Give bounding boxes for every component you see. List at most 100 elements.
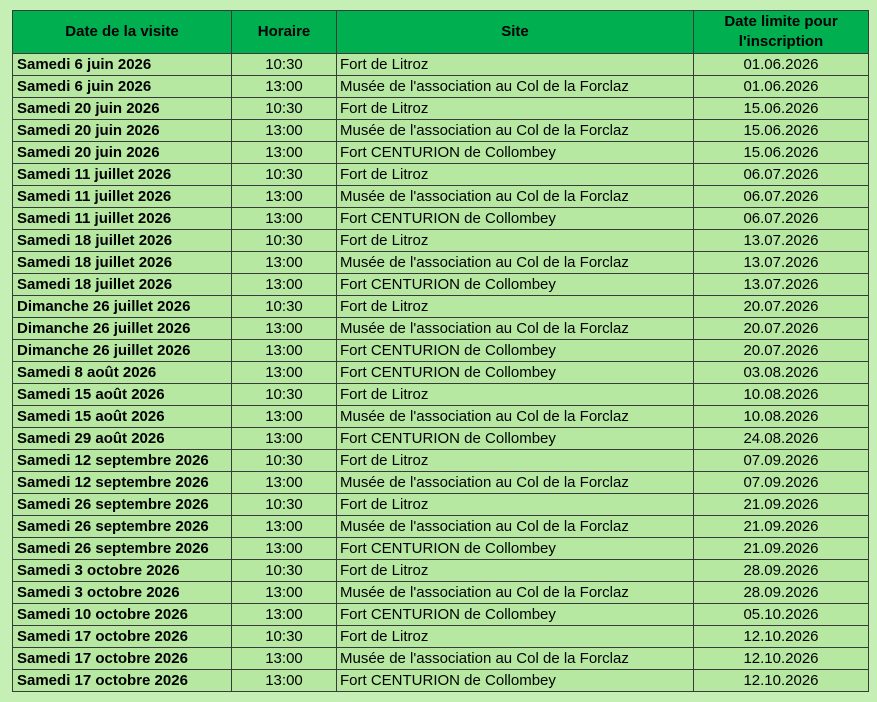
cell-visit-date: Samedi 6 juin 2026	[12, 75, 232, 98]
cell-time: 13:00	[231, 75, 337, 98]
cell-deadline: 20.07.2026	[693, 317, 869, 340]
visit-schedule-table: Date de la visite Horaire Site Date limi…	[12, 10, 869, 692]
cell-time: 10:30	[231, 163, 337, 186]
table-row: Samedi 6 juin 2026 13:00 Musée de l'associ…	[12, 75, 869, 98]
cell-deadline: 20.07.2026	[693, 339, 869, 362]
cell-deadline: 13.07.2026	[693, 229, 869, 252]
cell-time: 10:30	[231, 53, 337, 76]
header-site: Site	[336, 10, 694, 54]
table-row: Samedi 15 août 2026 10:30 Fort de Litroz 10…	[12, 383, 869, 406]
cell-deadline: 28.09.2026	[693, 559, 869, 582]
table-body: Samedi 6 juin 2026 10:30 Fort de Litroz 01.…	[12, 53, 869, 692]
cell-visit-date: Samedi 12 septembre 2026	[12, 449, 232, 472]
table-row: Samedi 20 juin 2026 10:30 Fort de Litroz 15…	[12, 97, 869, 120]
cell-visit-date: Samedi 26 septembre 2026	[12, 537, 232, 560]
cell-site: Fort de Litroz	[336, 493, 694, 516]
cell-time: 13:00	[231, 207, 337, 230]
table-row: Dimanche 26 juillet 2026 10:30 Fort de Lit…	[12, 295, 869, 318]
cell-site: Musée de l'association au Col de la Forc…	[336, 185, 694, 208]
cell-time: 10:30	[231, 559, 337, 582]
cell-site: Fort de Litroz	[336, 383, 694, 406]
cell-site: Fort CENTURION de Collombey	[336, 537, 694, 560]
cell-visit-date: Samedi 29 août 2026	[12, 427, 232, 450]
cell-deadline: 15.06.2026	[693, 97, 869, 120]
table-row: Samedi 11 juillet 2026 13:00 Fort CENTURIO…	[12, 207, 869, 230]
cell-visit-date: Samedi 18 juillet 2026	[12, 273, 232, 296]
cell-deadline: 10.08.2026	[693, 405, 869, 428]
cell-deadline: 12.10.2026	[693, 625, 869, 648]
cell-visit-date: Samedi 18 juillet 2026	[12, 229, 232, 252]
table-row: Samedi 3 octobre 2026 10:30 Fort de Litroz…	[12, 559, 869, 582]
header-registration-deadline: Date limite pour l'inscription	[693, 10, 869, 54]
table-row: Samedi 11 juillet 2026 13:00 Musée de l'as…	[12, 185, 869, 208]
cell-site: Musée de l'association au Col de la Forc…	[336, 405, 694, 428]
table-row: Samedi 18 juillet 2026 10:30 Fort de Litro…	[12, 229, 869, 252]
cell-visit-date: Dimanche 26 juillet 2026	[12, 295, 232, 318]
table-row: Samedi 17 octobre 2026 13:00 Fort CENTURIO…	[12, 669, 869, 692]
cell-visit-date: Samedi 18 juillet 2026	[12, 251, 232, 274]
cell-visit-date: Samedi 26 septembre 2026	[12, 515, 232, 538]
cell-visit-date: Samedi 20 juin 2026	[12, 141, 232, 164]
cell-deadline: 13.07.2026	[693, 251, 869, 274]
cell-time: 13:00	[231, 603, 337, 626]
table-header: Date de la visite Horaire Site Date limi…	[12, 10, 869, 54]
cell-deadline: 01.06.2026	[693, 75, 869, 98]
cell-site: Fort CENTURION de Collombey	[336, 361, 694, 384]
cell-time: 10:30	[231, 97, 337, 120]
header-time: Horaire	[231, 10, 337, 54]
cell-site: Fort de Litroz	[336, 97, 694, 120]
cell-site: Fort CENTURION de Collombey	[336, 603, 694, 626]
table-row: Samedi 12 septembre 2026 10:30 Fort de Lit…	[12, 449, 869, 472]
table-row: Samedi 26 septembre 2026 13:00 Fort CENTUR…	[12, 537, 869, 560]
cell-time: 13:00	[231, 273, 337, 296]
cell-time: 10:30	[231, 229, 337, 252]
cell-deadline: 07.09.2026	[693, 449, 869, 472]
cell-visit-date: Samedi 20 juin 2026	[12, 119, 232, 142]
cell-visit-date: Dimanche 26 juillet 2026	[12, 317, 232, 340]
cell-site: Fort CENTURION de Collombey	[336, 141, 694, 164]
cell-site: Fort de Litroz	[336, 559, 694, 582]
cell-deadline: 10.08.2026	[693, 383, 869, 406]
table-row: Samedi 17 octobre 2026 13:00 Musée de l'as…	[12, 647, 869, 670]
table-row: Samedi 26 septembre 2026 13:00 Musée de l'…	[12, 515, 869, 538]
cell-time: 10:30	[231, 625, 337, 648]
cell-site: Musée de l'association au Col de la Forc…	[336, 251, 694, 274]
cell-time: 13:00	[231, 185, 337, 208]
table-row: Samedi 17 octobre 2026 10:30 Fort de Litro…	[12, 625, 869, 648]
table-row: Samedi 26 septembre 2026 10:30 Fort de Lit…	[12, 493, 869, 516]
cell-site: Fort de Litroz	[336, 625, 694, 648]
cell-site: Fort CENTURION de Collombey	[336, 207, 694, 230]
table-row: Samedi 3 octobre 2026 13:00 Musée de l'ass…	[12, 581, 869, 604]
cell-time: 13:00	[231, 669, 337, 692]
cell-visit-date: Samedi 3 octobre 2026	[12, 581, 232, 604]
cell-site: Musée de l'association au Col de la Forc…	[336, 647, 694, 670]
cell-time: 13:00	[231, 405, 337, 428]
cell-visit-date: Samedi 11 juillet 2026	[12, 185, 232, 208]
cell-deadline: 24.08.2026	[693, 427, 869, 450]
table-row: Samedi 18 juillet 2026 13:00 Musée de l'as…	[12, 251, 869, 274]
cell-time: 10:30	[231, 295, 337, 318]
cell-deadline: 01.06.2026	[693, 53, 869, 76]
cell-time: 13:00	[231, 119, 337, 142]
cell-site: Fort CENTURION de Collombey	[336, 339, 694, 362]
cell-deadline: 15.06.2026	[693, 119, 869, 142]
cell-deadline: 12.10.2026	[693, 647, 869, 670]
cell-visit-date: Samedi 17 octobre 2026	[12, 669, 232, 692]
table-row: Dimanche 26 juillet 2026 13:00 Musée de l'…	[12, 317, 869, 340]
cell-visit-date: Samedi 11 juillet 2026	[12, 207, 232, 230]
cell-site: Fort de Litroz	[336, 229, 694, 252]
cell-site: Musée de l'association au Col de la Forc…	[336, 75, 694, 98]
header-row: Date de la visite Horaire Site Date limi…	[12, 10, 869, 54]
cell-site: Fort de Litroz	[336, 295, 694, 318]
cell-deadline: 03.08.2026	[693, 361, 869, 384]
table-row: Samedi 11 juillet 2026 10:30 Fort de Litro…	[12, 163, 869, 186]
cell-time: 13:00	[231, 251, 337, 274]
table-row: Samedi 10 octobre 2026 13:00 Fort CENTURIO…	[12, 603, 869, 626]
cell-deadline: 05.10.2026	[693, 603, 869, 626]
cell-site: Fort de Litroz	[336, 163, 694, 186]
table-row: Dimanche 26 juillet 2026 13:00 Fort CENTUR…	[12, 339, 869, 362]
table-row: Samedi 15 août 2026 13:00 Musée de l'assoc…	[12, 405, 869, 428]
cell-visit-date: Samedi 10 octobre 2026	[12, 603, 232, 626]
cell-site: Musée de l'association au Col de la Forc…	[336, 317, 694, 340]
cell-time: 13:00	[231, 471, 337, 494]
